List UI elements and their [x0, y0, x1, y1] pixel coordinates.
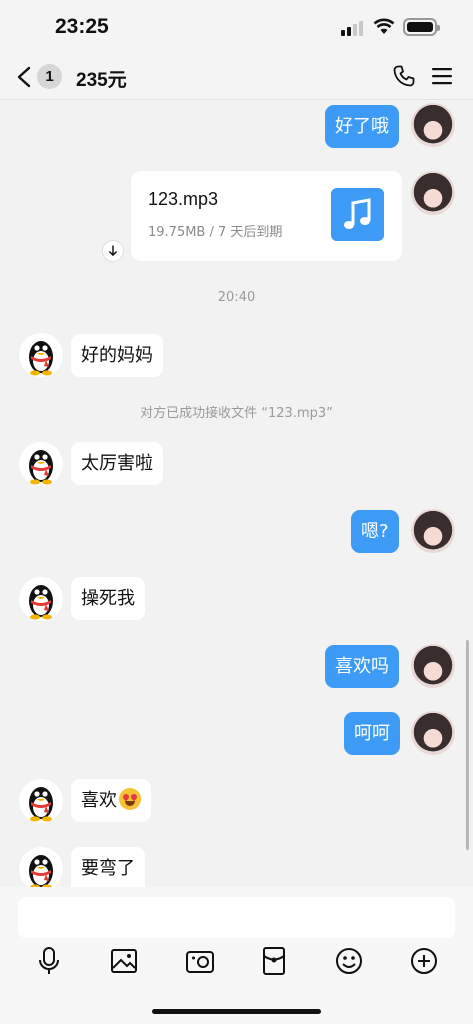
message-bubble-outgoing[interactable]: 嗯?	[351, 510, 399, 553]
heart-eyes-emoji-icon	[119, 788, 141, 810]
phone-icon[interactable]	[392, 64, 416, 88]
back-chevron-icon[interactable]	[14, 65, 36, 89]
chat-header: 1 235元	[0, 56, 473, 100]
scrollbar[interactable]	[466, 640, 469, 850]
signal-icon	[341, 20, 365, 36]
battery-icon	[403, 18, 440, 36]
chat-title: 235元	[76, 70, 127, 91]
camera-icon[interactable]	[184, 945, 216, 977]
toolbar	[0, 945, 473, 981]
emoji-icon[interactable]	[333, 945, 365, 977]
avatar-contact[interactable]	[19, 442, 63, 486]
message-bubble-outgoing[interactable]: 喜欢吗	[325, 645, 399, 688]
mic-icon[interactable]	[33, 945, 65, 977]
file-meta: 19.75MB / 7 天后到期	[148, 225, 283, 240]
system-notice: 对方已成功接收文件 “123.mp3”	[140, 406, 333, 421]
message-bubble-outgoing[interactable]: 好了哦	[325, 105, 399, 148]
penguin-avatar-icon	[29, 450, 53, 485]
plus-icon[interactable]	[408, 945, 440, 977]
avatar-self[interactable]	[411, 103, 455, 147]
file-message-card[interactable]: 123.mp3 19.75MB / 7 天后到期	[131, 171, 402, 261]
avatar-self[interactable]	[411, 644, 455, 688]
status-time: 23:25	[55, 15, 109, 38]
penguin-avatar-icon	[29, 585, 53, 620]
timestamp: 20:40	[217, 290, 256, 305]
message-input[interactable]	[18, 897, 455, 938]
penguin-avatar-icon	[29, 341, 53, 376]
avatar-contact[interactable]	[19, 333, 63, 377]
avatar-contact[interactable]	[19, 847, 63, 891]
menu-icon[interactable]	[432, 67, 452, 85]
home-indicator[interactable]	[152, 1009, 321, 1014]
red-packet-icon[interactable]	[258, 945, 290, 977]
avatar-contact[interactable]	[19, 577, 63, 621]
message-bubble-incoming[interactable]: 要弯了	[71, 847, 145, 887]
avatar-self[interactable]	[411, 711, 455, 755]
status-bar: 23:25	[0, 0, 473, 56]
download-icon[interactable]	[102, 240, 124, 262]
message-bubble-incoming[interactable]: 好的妈妈	[71, 334, 163, 377]
unread-badge[interactable]: 1	[37, 64, 62, 89]
message-bubble-incoming[interactable]: 操死我	[71, 577, 145, 620]
wifi-icon	[373, 18, 395, 34]
message-text: 喜欢	[81, 790, 117, 811]
music-file-icon	[331, 188, 384, 241]
message-bubble-incoming[interactable]: 太厉害啦	[71, 442, 163, 485]
avatar-self[interactable]	[411, 509, 455, 553]
file-name: 123.mp3	[148, 189, 219, 209]
message-bubble-incoming[interactable]: 喜欢	[71, 779, 151, 822]
penguin-avatar-icon	[29, 787, 53, 822]
input-area	[0, 887, 473, 1024]
message-bubble-outgoing[interactable]: 呵呵	[344, 712, 400, 755]
penguin-avatar-icon	[29, 855, 53, 890]
avatar-self[interactable]	[411, 171, 455, 215]
image-icon[interactable]	[108, 945, 140, 977]
avatar-contact[interactable]	[19, 779, 63, 823]
